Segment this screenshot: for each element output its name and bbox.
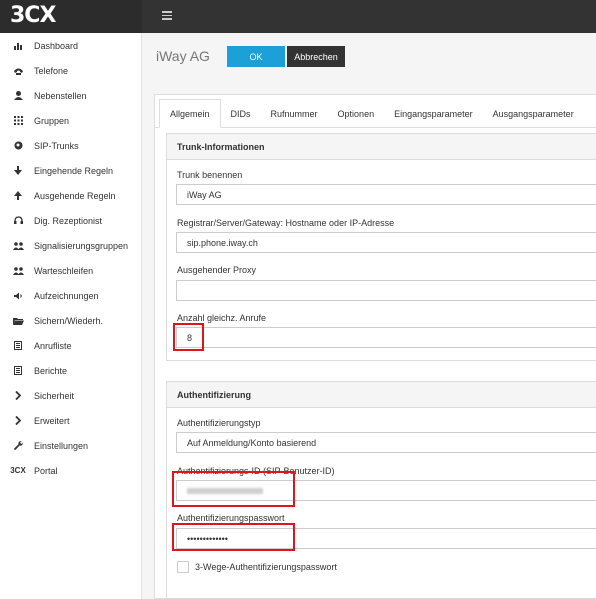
sidebar-item-label: Telefone xyxy=(34,65,69,76)
sidebar-item-einstellungen[interactable]: Einstellungen xyxy=(0,433,141,458)
sidebar-item-label: Dig. Rezeptionist xyxy=(34,215,103,226)
grid-icon xyxy=(11,115,25,127)
proxy-input[interactable] xyxy=(176,280,596,301)
auth-password-label: Authentifizierungspasswort xyxy=(177,513,285,523)
trunk-panel: Allgemein DIDs Rufnummer Optionen Eingan… xyxy=(154,94,596,599)
sidebar-item-label: Gruppen xyxy=(34,115,70,126)
highlight-box xyxy=(173,323,204,351)
page-title: iWay AG xyxy=(156,48,210,64)
sidebar-item-erweitert[interactable]: Erweitert xyxy=(0,408,141,433)
speaker-icon xyxy=(11,290,25,302)
sidebar-item-gruppen[interactable]: Gruppen xyxy=(0,108,141,133)
globe-icon xyxy=(11,140,25,152)
chevron-right-icon xyxy=(11,415,25,427)
bar-chart-icon xyxy=(11,40,25,52)
menu-toggle-icon[interactable] xyxy=(162,11,172,20)
sidebar-item-ausgehende-regeln[interactable]: Ausgehende Regeln xyxy=(0,183,141,208)
registrar-input[interactable]: sip.phone.iway.ch xyxy=(176,232,596,253)
tab-optionen[interactable]: Optionen xyxy=(328,99,385,128)
sidebar-item-label: Erweitert xyxy=(34,415,70,426)
tab-dids[interactable]: DIDs xyxy=(221,99,261,128)
user-icon xyxy=(11,90,25,102)
sidebar-item-anrufliste[interactable]: Anrufliste xyxy=(0,333,141,358)
concurrent-calls-input[interactable]: 8 xyxy=(176,327,596,348)
auth-type-select[interactable]: Auf Anmeldung/Konto basierend xyxy=(176,432,596,453)
logo[interactable]: 3CX xyxy=(0,0,142,33)
top-bar: 3CX xyxy=(0,0,596,33)
highlight-box xyxy=(172,471,295,507)
tab-bar: Allgemein DIDs Rufnummer Optionen Eingan… xyxy=(159,99,584,128)
wrench-icon xyxy=(11,440,25,452)
sidebar-item-label: Anrufliste xyxy=(34,340,72,351)
sidebar-item-label: Sichern/Wiederh. xyxy=(34,315,104,326)
headset-icon xyxy=(11,215,25,227)
trunk-name-input[interactable]: iWay AG xyxy=(176,184,596,205)
sidebar-item-label: Dashboard xyxy=(34,40,79,51)
sidebar-item-label: Aufzeichnungen xyxy=(34,290,99,301)
list-icon xyxy=(11,365,25,377)
chevron-right-icon xyxy=(11,390,25,402)
phone-icon xyxy=(11,65,25,77)
sidebar-item-telefone[interactable]: Telefone xyxy=(0,58,141,83)
section-heading: Authentifizierung xyxy=(167,382,596,408)
users-icon xyxy=(11,240,25,252)
sidebar-item-warteschleifen[interactable]: Warteschleifen xyxy=(0,258,141,283)
sidebar-item-label: Ausgehende Regeln xyxy=(34,190,116,201)
trunk-info-section: Trunk-Informationen Trunk benennen iWay … xyxy=(166,133,596,361)
users-icon xyxy=(11,265,25,277)
sidebar-item-label: Berichte xyxy=(34,365,68,376)
threeway-auth-checkbox[interactable] xyxy=(177,561,189,573)
threeway-auth-label: 3-Wege-Authentifizierungspasswort xyxy=(195,562,337,572)
main-content: iWay AG OK Abbrechen Allgemein DIDs Rufn… xyxy=(142,33,596,599)
sidebar-item-sichern-wiederh[interactable]: Sichern/Wiederh. xyxy=(0,308,141,333)
proxy-label: Ausgehender Proxy xyxy=(177,265,257,275)
tab-eingangsparameter[interactable]: Eingangsparameter xyxy=(384,99,483,128)
sidebar-item-aufzeichnungen[interactable]: Aufzeichnungen xyxy=(0,283,141,308)
folder-icon xyxy=(11,315,25,327)
sidebar-item-label: Portal xyxy=(34,465,58,476)
highlight-box xyxy=(172,523,295,551)
trunk-name-label: Trunk benennen xyxy=(177,170,243,180)
registrar-label: Registrar/Server/Gateway: Hostname oder … xyxy=(177,218,395,228)
tab-allgemein[interactable]: Allgemein xyxy=(159,99,221,128)
sidebar-item-sicherheit[interactable]: Sicherheit xyxy=(0,383,141,408)
sidebar-item-label: Nebenstellen xyxy=(34,90,87,101)
sidebar-item-signalisierungsgruppen[interactable]: Signalisierungsgruppen xyxy=(0,233,141,258)
arrow-down-icon xyxy=(11,165,25,177)
cancel-button[interactable]: Abbrechen xyxy=(287,46,345,67)
sidebar-item-sip-trunks[interactable]: SIP-Trunks xyxy=(0,133,141,158)
sidebar-item-dashboard[interactable]: Dashboard xyxy=(0,33,141,58)
sidebar-item-berichte[interactable]: Berichte xyxy=(0,358,141,383)
sidebar-item-portal[interactable]: 3CX Portal xyxy=(0,458,141,483)
auth-section: Authentifizierung Authentifizierungstyp … xyxy=(166,381,596,599)
sidebar-item-label: Signalisierungsgruppen xyxy=(34,240,129,251)
sidebar-item-eingehende-regeln[interactable]: Eingehende Regeln xyxy=(0,158,141,183)
sidebar-item-label: Warteschleifen xyxy=(34,265,94,276)
concurrent-calls-label: Anzahl gleichz. Anrufe xyxy=(177,313,267,323)
sidebar-item-dig-rezeptionist[interactable]: Dig. Rezeptionist xyxy=(0,208,141,233)
sidebar: Dashboard Telefone Nebenstellen Gruppen … xyxy=(0,33,142,599)
sidebar-item-nebenstellen[interactable]: Nebenstellen xyxy=(0,83,141,108)
tab-ausgangsparameter[interactable]: Ausgangsparameter xyxy=(483,99,584,128)
sidebar-item-label: SIP-Trunks xyxy=(34,140,79,151)
sidebar-item-label: Sicherheit xyxy=(34,390,75,401)
section-heading: Trunk-Informationen xyxy=(167,134,596,160)
sidebar-item-label: Eingehende Regeln xyxy=(34,165,114,176)
list-icon xyxy=(11,340,25,352)
tab-rufnummer[interactable]: Rufnummer xyxy=(261,99,328,128)
sidebar-item-label: Einstellungen xyxy=(34,440,89,451)
arrow-up-icon xyxy=(11,190,25,202)
ok-button[interactable]: OK xyxy=(227,46,285,67)
auth-type-label: Authentifizierungstyp xyxy=(177,418,261,428)
3cx-icon: 3CX xyxy=(10,466,26,475)
